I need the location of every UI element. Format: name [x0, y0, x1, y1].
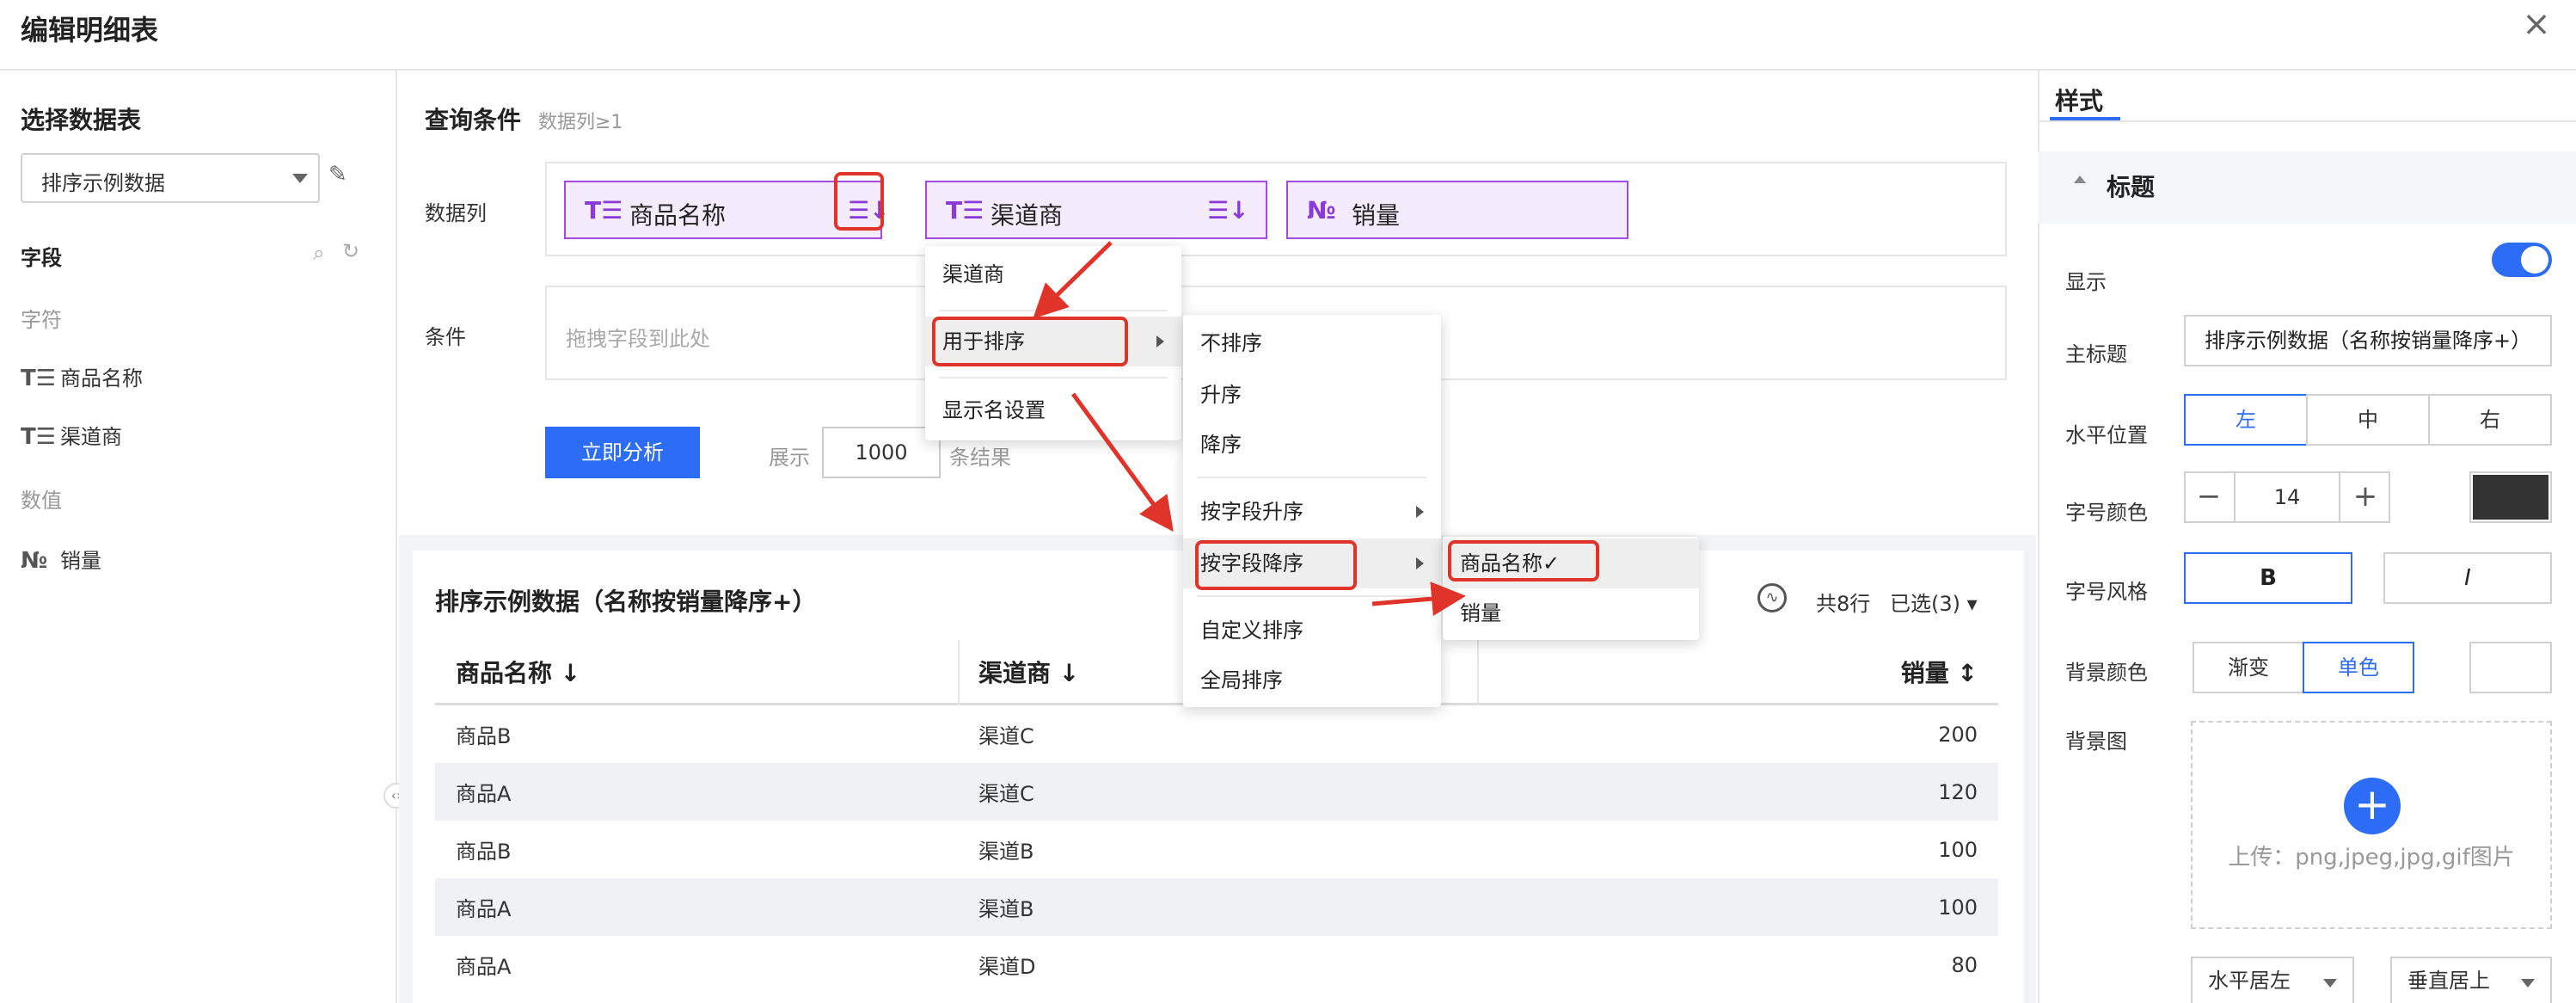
arrow-to-sort-by-field-desc	[1070, 392, 1174, 532]
bg-image-label: 背景图	[2065, 729, 2127, 754]
font-color-fill	[2473, 475, 2548, 520]
halign-left-button[interactable]: 左	[2184, 394, 2308, 446]
main-title-input[interactable]: 排序示例数据（名称按销量降序+）	[2184, 315, 2552, 366]
bold-button[interactable]: B	[2184, 552, 2352, 604]
bg-gradient-button[interactable]: 渐变	[2193, 642, 2304, 693]
minus-icon[interactable]: −	[2184, 471, 2236, 523]
arrow-to-product-name	[1371, 581, 1466, 617]
chevron-down-icon	[2521, 979, 2535, 988]
vertical-align-select[interactable]: 垂直居上	[2390, 957, 2552, 1003]
halign-center-button[interactable]: 中	[2306, 394, 2430, 446]
font-size-value[interactable]: 14	[2236, 471, 2339, 523]
bg-color-picker[interactable]	[2469, 642, 2552, 693]
tab-divider	[2038, 120, 2576, 122]
chevron-down-icon	[2323, 979, 2337, 988]
toggle-knob	[2521, 246, 2548, 274]
show-toggle-label: 显示	[2065, 270, 2107, 294]
halign-right-button[interactable]: 右	[2428, 394, 2552, 446]
arrow-to-use-for-sort	[1033, 241, 1113, 319]
main-title-label: 主标题	[2065, 342, 2127, 366]
horizontal-align-select[interactable]: 水平居左	[2191, 957, 2354, 1003]
select-value: 水平居左	[2208, 969, 2291, 993]
upload-hint: 上传：png,jpeg,jpg,gif图片	[2228, 845, 2515, 871]
italic-button[interactable]: I	[2383, 552, 2552, 604]
font-size-label: 字号颜色	[2065, 501, 2148, 525]
plus-circle-icon[interactable]: +	[2344, 778, 2401, 834]
font-style-label: 字号风格	[2065, 580, 2148, 604]
bg-solid-button[interactable]: 单色	[2303, 642, 2414, 693]
tab-style[interactable]: 样式	[2055, 83, 2103, 117]
halign-label: 水平位置	[2065, 423, 2148, 447]
plus-icon[interactable]: +	[2339, 471, 2390, 523]
select-value: 垂直居上	[2407, 969, 2490, 993]
caret-up-icon	[2074, 175, 2086, 183]
section-title-label: 标题	[2107, 173, 2156, 201]
bg-color-label: 背景颜色	[2065, 661, 2148, 685]
